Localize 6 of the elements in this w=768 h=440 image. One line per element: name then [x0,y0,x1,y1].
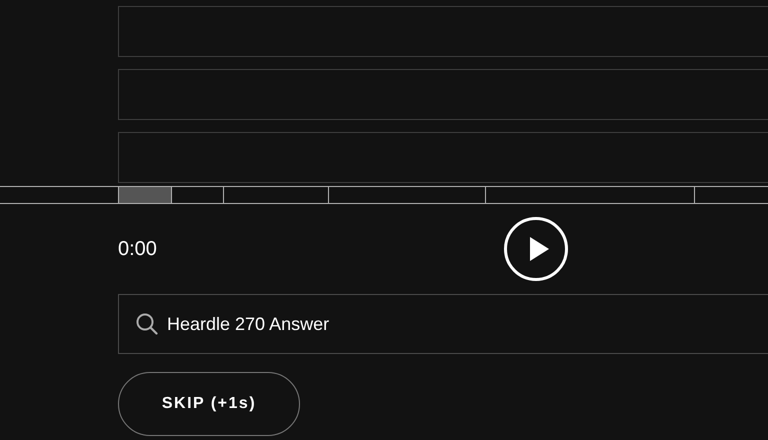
elapsed-time: 0:00 [118,238,158,260]
skip-button[interactable]: SKIP (+1s) [118,372,300,436]
play-button[interactable] [504,217,568,281]
search-field[interactable]: Heardle 270 Answer [118,294,768,354]
play-icon [528,236,550,262]
search-icon [136,313,158,335]
